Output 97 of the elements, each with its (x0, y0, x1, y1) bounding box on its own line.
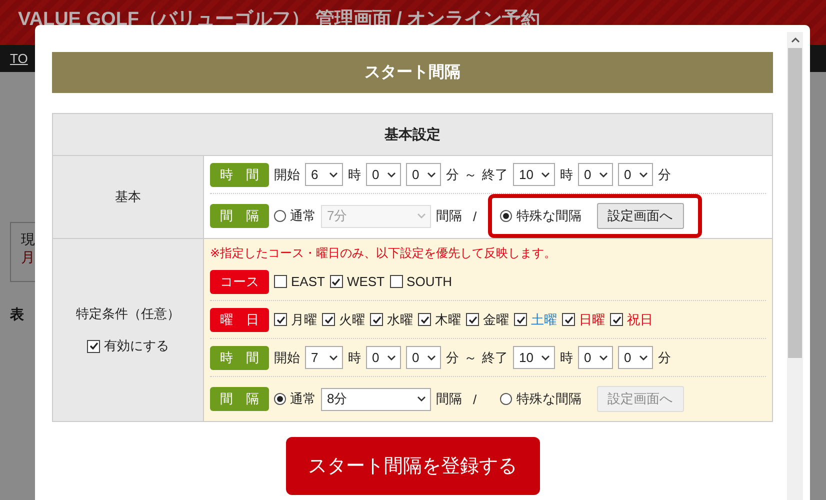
unit-text: 分 (658, 166, 671, 184)
caret-icon (417, 213, 426, 219)
modal-title: スタート間隔 (52, 52, 773, 93)
row-tag: 間 隔 (210, 387, 269, 411)
checkbox-label[interactable]: SOUTH (406, 274, 452, 289)
row-tag: コース (210, 270, 269, 294)
background-text: 月 (21, 249, 36, 267)
label-text: 開始 (274, 166, 300, 184)
separator-text: / (473, 392, 477, 406)
background-text: 現 (21, 231, 36, 249)
row-label: 特定条件（任意） (76, 305, 180, 323)
minute-dropdown[interactable]: 0 (578, 163, 613, 186)
hour-dropdown[interactable]: 7 (305, 346, 343, 369)
settings-button[interactable]: 設定画面へ (596, 203, 684, 229)
notice-text: ※指定したコース・曜日のみ、以下設定を優先して反映します。 (210, 245, 558, 262)
checkbox-label[interactable]: WEST (346, 274, 385, 289)
radio-label[interactable]: 通常 (290, 207, 316, 225)
checkbox[interactable] (87, 340, 100, 352)
unit-text: 時 (348, 166, 361, 184)
scrollbar-thumb[interactable] (788, 48, 802, 358)
caret-icon (427, 354, 436, 360)
range-text: ～ (464, 348, 477, 366)
unit-text: 分 (446, 166, 459, 184)
checkbox[interactable] (322, 313, 335, 326)
minute-dropdown[interactable]: 0 (366, 163, 401, 186)
caret-icon (387, 172, 396, 178)
checkbox[interactable] (274, 275, 287, 288)
label-text: 終了 (482, 348, 508, 366)
checkbox-label[interactable]: EAST (291, 274, 325, 289)
checkbox[interactable] (514, 313, 527, 326)
section-heading: 基本設定 (53, 114, 772, 156)
minute-dropdown[interactable]: 0 (578, 346, 613, 369)
unit-text: 分 (658, 348, 671, 366)
hour-dropdown[interactable]: 10 (513, 163, 555, 186)
unit-text: 分 (446, 348, 459, 366)
caret-icon (639, 172, 648, 178)
caret-icon (417, 396, 426, 402)
checkbox[interactable] (610, 313, 623, 326)
caret-icon (329, 354, 338, 360)
checkbox-label[interactable]: 木曜 (435, 310, 461, 328)
caret-icon (541, 172, 550, 178)
radio-button[interactable] (274, 393, 286, 405)
caret-icon (599, 172, 608, 178)
caret-icon (639, 354, 648, 360)
checkbox-label[interactable]: 火曜 (339, 310, 365, 328)
checkbox-label[interactable]: 日曜 (579, 310, 605, 328)
range-text: ～ (464, 166, 477, 184)
row-tag: 間 隔 (210, 204, 269, 228)
checkbox[interactable] (390, 275, 403, 288)
label-text: 終了 (482, 166, 508, 184)
radio-button[interactable] (500, 210, 512, 222)
minute-dropdown[interactable]: 0 (618, 163, 653, 186)
checkbox-label[interactable]: 有効にする (104, 337, 169, 355)
checkbox-label[interactable]: 土曜 (531, 310, 557, 328)
row-tag: 時 間 (210, 346, 269, 370)
radio-button[interactable] (500, 393, 512, 405)
radio-label[interactable]: 特殊な間隔 (516, 390, 582, 408)
caret-icon (599, 354, 608, 360)
checkbox-label[interactable]: 月曜 (291, 310, 317, 328)
top-link[interactable]: TO (10, 51, 28, 66)
label-text: 開始 (274, 348, 300, 366)
radio-label[interactable]: 特殊な間隔 (516, 207, 582, 225)
unit-text: 時 (348, 348, 361, 366)
caret-icon (387, 354, 396, 360)
radio-button[interactable] (274, 210, 286, 222)
checkbox[interactable] (370, 313, 383, 326)
checkbox[interactable] (418, 313, 431, 326)
scrollbar[interactable] (787, 32, 803, 500)
minute-dropdown[interactable]: 0 (618, 346, 653, 369)
separator-text: / (473, 208, 477, 224)
unit-text: 間隔 (436, 390, 462, 408)
checkbox[interactable] (274, 313, 287, 326)
scroll-up-icon[interactable] (790, 37, 800, 43)
interval-dropdown[interactable]: 8分 (321, 388, 431, 410)
hour-dropdown[interactable]: 10 (513, 346, 555, 369)
minute-dropdown[interactable]: 0 (406, 346, 441, 369)
submit-button[interactable]: スタート間隔を登録する (286, 437, 540, 495)
caret-icon (541, 354, 550, 360)
row-tag: 時 間 (210, 162, 269, 186)
row-tag: 曜 日 (210, 308, 269, 332)
background-text: 表 (10, 306, 24, 324)
minute-dropdown[interactable]: 0 (366, 346, 401, 369)
row-label: 基本 (115, 188, 141, 206)
caret-icon (427, 172, 436, 178)
unit-text: 時 (560, 166, 573, 184)
checkbox[interactable] (466, 313, 479, 326)
hour-dropdown[interactable]: 6 (305, 163, 343, 186)
minute-dropdown[interactable]: 0 (406, 163, 441, 186)
radio-label[interactable]: 通常 (290, 390, 316, 408)
checkbox[interactable] (330, 275, 343, 288)
unit-text: 間隔 (436, 207, 462, 225)
checkbox[interactable] (562, 313, 575, 326)
checkbox-label[interactable]: 祝日 (627, 310, 653, 328)
checkbox-label[interactable]: 金曜 (483, 310, 509, 328)
caret-icon (329, 172, 338, 178)
unit-text: 時 (560, 348, 573, 366)
checkbox-label[interactable]: 水曜 (387, 310, 413, 328)
